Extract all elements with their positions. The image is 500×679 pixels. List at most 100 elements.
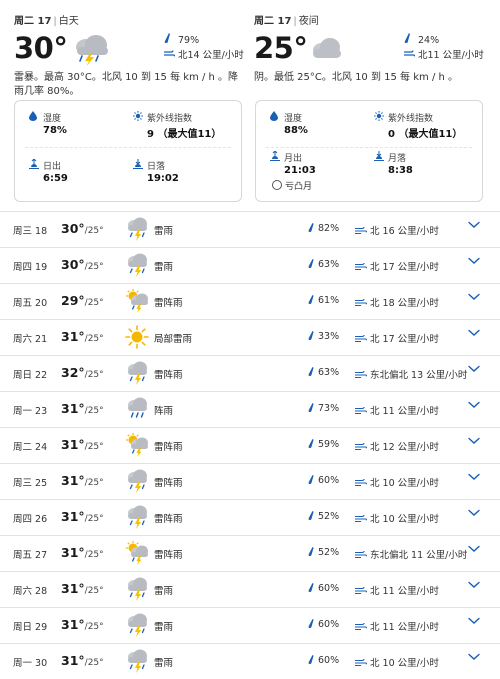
thunder-rain-icon — [124, 576, 150, 605]
forecast-row[interactable]: 周三 25 31°/25° 雷阵雨 60% 北 10 公里/小时 — [0, 463, 500, 499]
chevron-down-icon[interactable] — [468, 329, 480, 340]
forecast-low: /25° — [84, 550, 104, 560]
sunset-label: 日落 — [147, 162, 166, 172]
thunder-rain-icon — [124, 648, 150, 677]
thunder-rain-icon — [124, 612, 150, 641]
chevron-down-icon[interactable] — [468, 401, 480, 412]
forecast-wind-value: 北 16 公里/小时 — [370, 226, 439, 237]
forecast-row[interactable]: 周六 21 31°/25° 局部雷雨 33% 北 17 公里/小时 — [0, 319, 500, 355]
forecast-condition: 雷阵雨 — [154, 550, 183, 561]
uv-value: 9 （最大值11） — [147, 129, 222, 140]
night-humidity-stat: 湿度 88% — [270, 111, 308, 136]
forecast-low: /25° — [84, 442, 104, 452]
chevron-down-icon[interactable] — [468, 581, 480, 592]
forecast-rain-value: 52% — [318, 511, 340, 522]
forecast-row[interactable]: 周五 20 29°/25° 雷阵雨 61% 北 18 公里/小时 — [0, 283, 500, 319]
forecast-condition: 雷雨 — [154, 226, 174, 237]
forecast-condition: 雷雨 — [154, 622, 174, 633]
forecast-high: 30° — [61, 257, 85, 272]
forecast-high: 29° — [61, 293, 85, 308]
forecast-rain-value: 59% — [318, 439, 340, 450]
forecast-row[interactable]: 周四 26 31°/25° 雷阵雨 52% 北 10 公里/小时 — [0, 499, 500, 535]
chevron-down-icon[interactable] — [468, 545, 480, 556]
forecast-day: 周一 23 — [13, 406, 48, 417]
sunset-stat: 日落 19:02 — [133, 159, 179, 184]
forecast-row[interactable]: 周日 29 31°/25° 雷雨 60% 北 11 公里/小时 — [0, 607, 500, 643]
forecast-rain: 52% — [308, 511, 339, 523]
chevron-down-icon[interactable] — [468, 509, 480, 520]
forecast-wind-value: 北 18 公里/小时 — [370, 298, 439, 309]
night-mini-stats: 24% 北11 公里/小时 — [404, 33, 484, 63]
forecast-rain: 73% — [308, 403, 339, 415]
forecast-wind: 北 18 公里/小时 — [355, 295, 439, 310]
uv-label: 紫外线指数 — [388, 114, 434, 124]
today-section: 周二 17 | 白天 30° 79% 北14 公里/小时 雷暴。最高 30°C。北风… — [0, 0, 500, 202]
forecast-row[interactable]: 周日 22 32°/25° 雷阵雨 63% 东北偏北 13 公里/小时 — [0, 355, 500, 391]
forecast-row[interactable]: 周四 19 30°/25° 雷雨 63% 北 17 公里/小时 — [0, 247, 500, 283]
forecast-rain: 52% — [308, 547, 339, 559]
night-temperature: 25° — [254, 31, 308, 65]
forecast-condition: 雷雨 — [154, 262, 174, 273]
forecast-row[interactable]: 周二 24 31°/25° 雷阵雨 59% 北 12 公里/小时 — [0, 427, 500, 463]
chevron-down-icon[interactable] — [468, 617, 480, 628]
thunder-rain-icon — [124, 360, 150, 389]
forecast-rain-value: 60% — [318, 583, 340, 594]
wind-icon — [404, 48, 418, 63]
forecast-condition: 雷阵雨 — [154, 478, 183, 489]
moonset-stat: 月落 8:38 — [374, 151, 413, 176]
chevron-down-icon[interactable] — [468, 653, 480, 664]
forecast-day: 周六 28 — [13, 586, 48, 597]
raindrop-icon — [308, 295, 314, 307]
sunset-icon — [133, 159, 143, 169]
thunderstorm-icon — [68, 33, 112, 69]
forecast-wind: 北 11 公里/小时 — [355, 619, 439, 634]
forecast-low: /25° — [84, 334, 104, 344]
forecast-high: 31° — [61, 437, 85, 452]
humidity-label: 湿度 — [43, 114, 62, 124]
card-divider — [266, 147, 472, 148]
sun-thunder-icon — [124, 288, 150, 317]
wind-icon — [355, 478, 368, 490]
chevron-down-icon[interactable] — [468, 365, 480, 376]
wind-icon — [164, 48, 178, 63]
forecast-rain-value: 33% — [318, 331, 340, 342]
forecast-low: /25° — [84, 298, 104, 308]
forecast-wind-value: 北 11 公里/小时 — [370, 586, 439, 597]
chevron-down-icon[interactable] — [468, 473, 480, 484]
forecast-row[interactable]: 周三 18 30°/25° 雷雨 82% 北 16 公里/小时 — [0, 211, 500, 247]
forecast-wind-value: 东北偏北 11 公里/小时 — [370, 550, 468, 561]
forecast-temp: 30°/25° — [61, 221, 104, 236]
forecast-temp: 31°/25° — [61, 401, 104, 416]
forecast-row[interactable]: 周五 27 31°/25° 雷阵雨 52% 东北偏北 11 公里/小时 — [0, 535, 500, 571]
raindrop-icon — [308, 223, 314, 235]
wind-icon — [355, 514, 368, 526]
forecast-rain-value: 82% — [318, 223, 340, 234]
wind-icon — [355, 550, 368, 562]
day-column: 周二 17 | 白天 30° 79% 北14 公里/小时 雷暴。最高 30°C。北风… — [14, 12, 250, 99]
forecast-rain: 60% — [308, 475, 339, 487]
forecast-high: 31° — [61, 509, 85, 524]
night-wind: 北11 公里/小时 — [418, 50, 484, 61]
chevron-down-icon[interactable] — [468, 437, 480, 448]
chevron-down-icon[interactable] — [468, 221, 480, 232]
forecast-day: 周日 29 — [13, 622, 48, 633]
humidity-value: 78% — [43, 125, 67, 136]
forecast-high: 31° — [61, 329, 85, 344]
forecast-wind-value: 北 17 公里/小时 — [370, 334, 439, 345]
forecast-rain: 60% — [308, 655, 339, 667]
chevron-down-icon[interactable] — [468, 293, 480, 304]
forecast-wind-value: 北 10 公里/小时 — [370, 514, 439, 525]
forecast-rain: 59% — [308, 439, 339, 451]
forecast-row[interactable]: 周一 23 31°/25° 阵雨 73% 北 11 公里/小时 — [0, 391, 500, 427]
forecast-wind: 北 10 公里/小时 — [355, 475, 439, 490]
forecast-row[interactable]: 周六 28 31°/25° 雷雨 60% 北 11 公里/小时 — [0, 571, 500, 607]
raindrop-icon — [308, 403, 314, 415]
forecast-temp: 32°/25° — [61, 365, 104, 380]
forecast-row[interactable]: 周一 30 31°/25° 雷雨 60% 北 10 公里/小时 — [0, 643, 500, 679]
forecast-rain: 61% — [308, 295, 339, 307]
chevron-down-icon[interactable] — [468, 257, 480, 268]
forecast-temp: 31°/25° — [61, 509, 104, 524]
forecast-wind: 北 10 公里/小时 — [355, 655, 439, 670]
night-column: 周二 17 | 夜间 25° 24% 北11 公里/小时 阴。最低 25°C。北风 … — [254, 12, 490, 85]
humidity-stat: 湿度 78% — [29, 111, 67, 136]
